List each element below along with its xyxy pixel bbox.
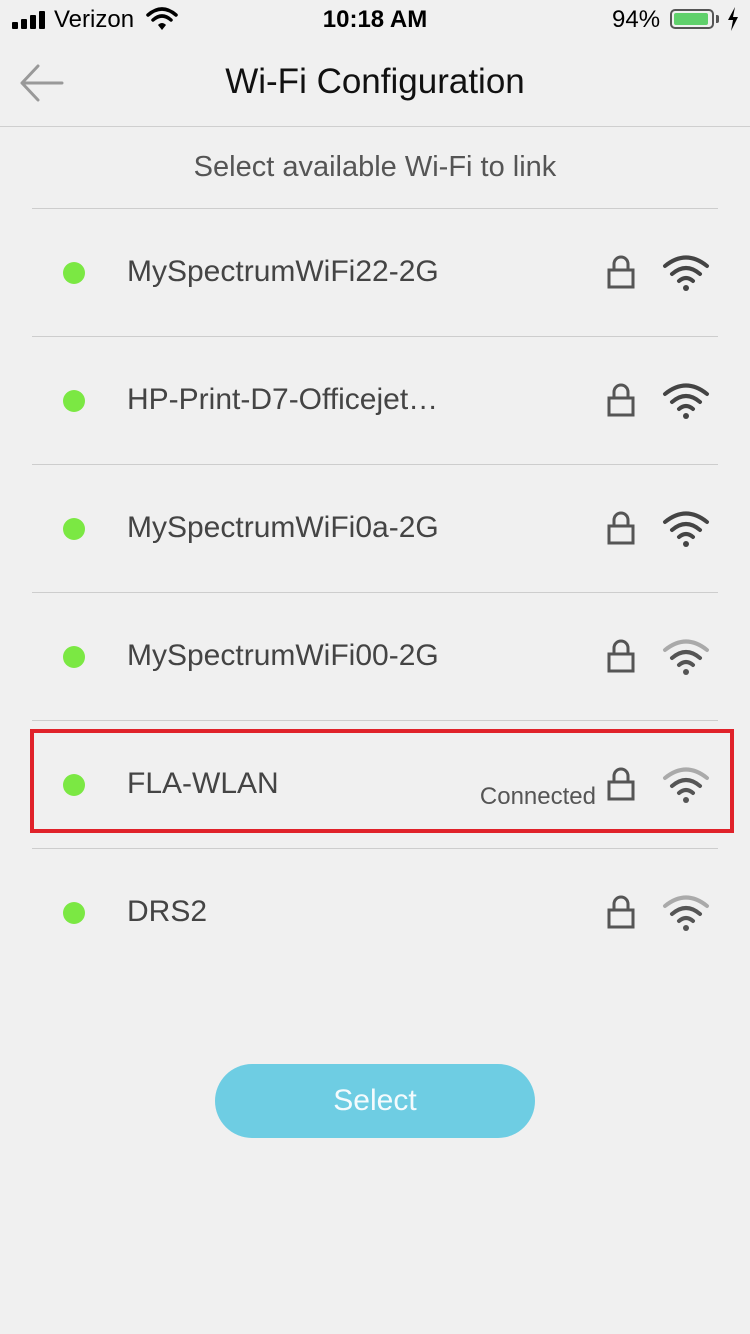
network-ssid: FLA-WLAN xyxy=(127,767,279,800)
lock-icon xyxy=(607,255,635,289)
lock-icon xyxy=(607,511,635,545)
battery-icon xyxy=(670,9,714,29)
wifi-network-list: MySpectrumWiFi22-2G HP-Print-D7-Officeje… xyxy=(32,208,718,976)
list-instruction: Select available Wi-Fi to link xyxy=(193,151,557,183)
available-indicator-dot xyxy=(63,646,85,668)
available-indicator-dot xyxy=(63,262,85,284)
wifi-network-row[interactable]: MySpectrumWiFi22-2G xyxy=(32,208,718,336)
battery-tip xyxy=(716,15,719,23)
nav-bar: Wi-Fi Configuration xyxy=(0,40,750,127)
lock-icon xyxy=(607,895,635,929)
wifi-network-row-connected[interactable]: FLA-WLAN Connected xyxy=(32,720,718,848)
available-indicator-dot xyxy=(63,774,85,796)
wifi-medium-signal-icon xyxy=(663,767,709,803)
wifi-medium-signal-icon xyxy=(663,639,709,675)
wifi-strong-signal-icon xyxy=(663,383,709,419)
wifi-network-row[interactable]: MySpectrumWiFi00-2G xyxy=(32,592,718,720)
network-ssid: DRS2 xyxy=(127,895,208,928)
lock-icon xyxy=(607,639,635,673)
status-bar: Verizon 10:18 AM 94% xyxy=(0,0,750,40)
wifi-network-row[interactable]: MySpectrumWiFi0a-2G xyxy=(32,464,718,592)
lock-icon xyxy=(607,767,635,801)
connection-status: Connected xyxy=(479,783,596,810)
wifi-network-row[interactable]: HP-Print-D7-Officejet… xyxy=(32,336,718,464)
wifi-strong-signal-icon xyxy=(663,511,709,547)
available-indicator-dot xyxy=(63,518,85,540)
network-ssid: MySpectrumWiFi22-2G xyxy=(127,255,439,288)
network-ssid: HP-Print-D7-Officejet… xyxy=(127,383,439,416)
wifi-network-row[interactable]: DRS2 xyxy=(32,848,718,976)
network-ssid: MySpectrumWiFi0a-2G xyxy=(127,511,439,544)
available-indicator-dot xyxy=(63,902,85,924)
lock-icon xyxy=(607,383,635,417)
battery-percent: 94% xyxy=(612,6,661,33)
available-indicator-dot xyxy=(63,390,85,412)
select-button[interactable]: Select xyxy=(215,1064,535,1138)
page-title: Wi-Fi Configuration xyxy=(225,62,525,101)
charging-bolt-icon xyxy=(728,7,738,31)
wifi-strong-signal-icon xyxy=(663,255,709,291)
network-ssid: MySpectrumWiFi00-2G xyxy=(127,639,439,672)
wifi-medium-signal-icon xyxy=(663,895,709,931)
